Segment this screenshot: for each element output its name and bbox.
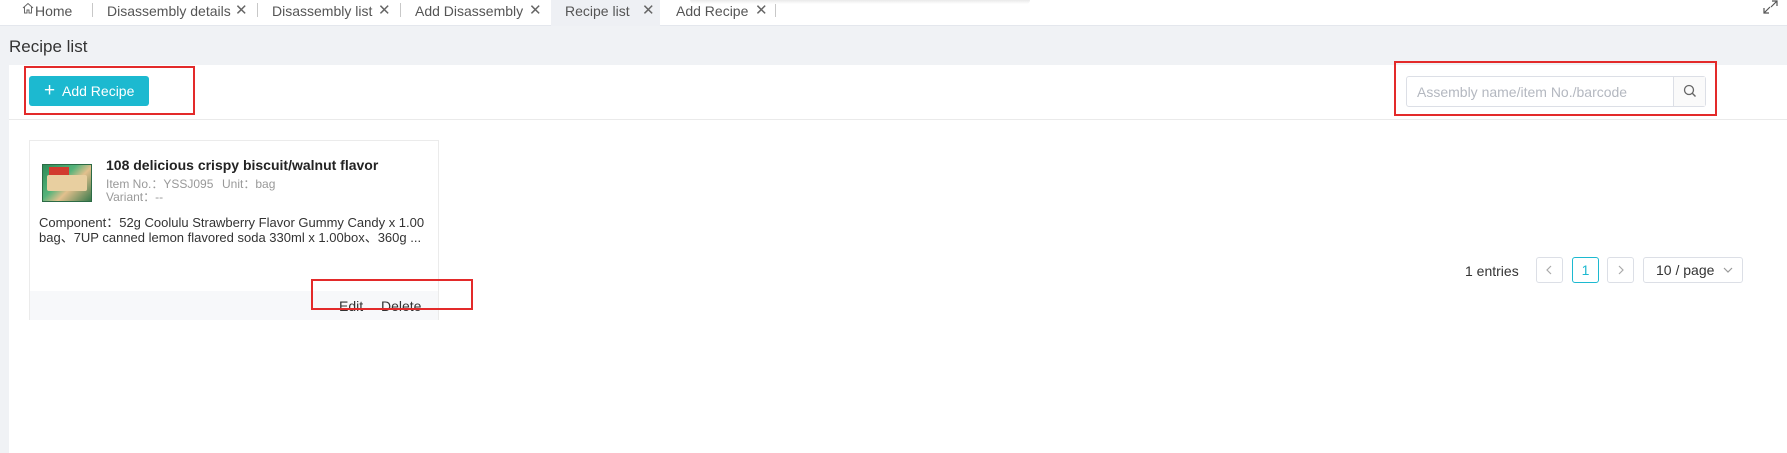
close-icon[interactable]: ✕ xyxy=(378,0,391,22)
close-icon[interactable]: ✕ xyxy=(235,0,248,22)
chevron-down-icon xyxy=(1723,267,1733,273)
next-page-button[interactable] xyxy=(1607,257,1634,283)
tab-label: Home xyxy=(35,3,73,19)
product-image xyxy=(42,164,92,202)
chevron-left-icon xyxy=(1546,265,1552,275)
page-size-select[interactable]: 10 / page xyxy=(1643,257,1743,283)
tab-label: Disassembly list xyxy=(272,3,373,19)
recipe-unit: Unit：bag xyxy=(222,177,276,191)
chevron-right-icon xyxy=(1618,265,1624,275)
tab-bar: Home Disassembly details ✕ Disassembly l… xyxy=(0,0,1787,26)
close-icon[interactable]: ✕ xyxy=(529,0,542,22)
tab-recipe-list[interactable]: Recipe list ✕ xyxy=(551,0,660,26)
recipe-variant: Variant：-- xyxy=(106,190,164,204)
close-icon[interactable]: ✕ xyxy=(642,0,655,22)
home-icon xyxy=(22,2,34,14)
prev-page-button[interactable] xyxy=(1536,257,1563,283)
fullscreen-icon[interactable] xyxy=(1763,0,1779,14)
app-root: { "tabs": [ {"label": "Home", "closable"… xyxy=(0,0,1787,453)
tab-disassembly-details[interactable]: Disassembly details ✕ xyxy=(93,0,258,26)
overlay-shadow xyxy=(690,0,1030,4)
tab-label: Recipe list xyxy=(565,3,630,19)
recipe-components: Component：52g Coolulu Strawberry Flavor … xyxy=(39,215,425,245)
recipe-title: 108 delicious crispy biscuit/walnut flav… xyxy=(106,157,379,173)
highlight-box-add xyxy=(24,66,195,115)
highlight-box-search xyxy=(1394,61,1717,116)
page-size-value: 10 / page xyxy=(1656,262,1715,278)
tab-home[interactable]: Home xyxy=(0,0,93,26)
product-image-tag xyxy=(49,167,69,175)
tab-label: Disassembly details xyxy=(107,3,231,19)
page-number[interactable]: 1 xyxy=(1572,257,1599,283)
tab-add-disassembly[interactable]: Add Disassembly ✕ xyxy=(401,0,551,26)
highlight-box-actions xyxy=(311,279,473,310)
tab-disassembly-list[interactable]: Disassembly list ✕ xyxy=(258,0,401,26)
page-title: Recipe list xyxy=(9,37,88,56)
main-panel: + Add Recipe 108 delicious crispy biscui… xyxy=(9,65,1787,453)
tab-separator xyxy=(775,3,776,17)
toolbar-divider xyxy=(9,119,1787,120)
product-image-band xyxy=(47,175,87,191)
tab-label: Add Disassembly xyxy=(415,3,524,19)
pagination-total: 1 entries xyxy=(1465,263,1519,279)
